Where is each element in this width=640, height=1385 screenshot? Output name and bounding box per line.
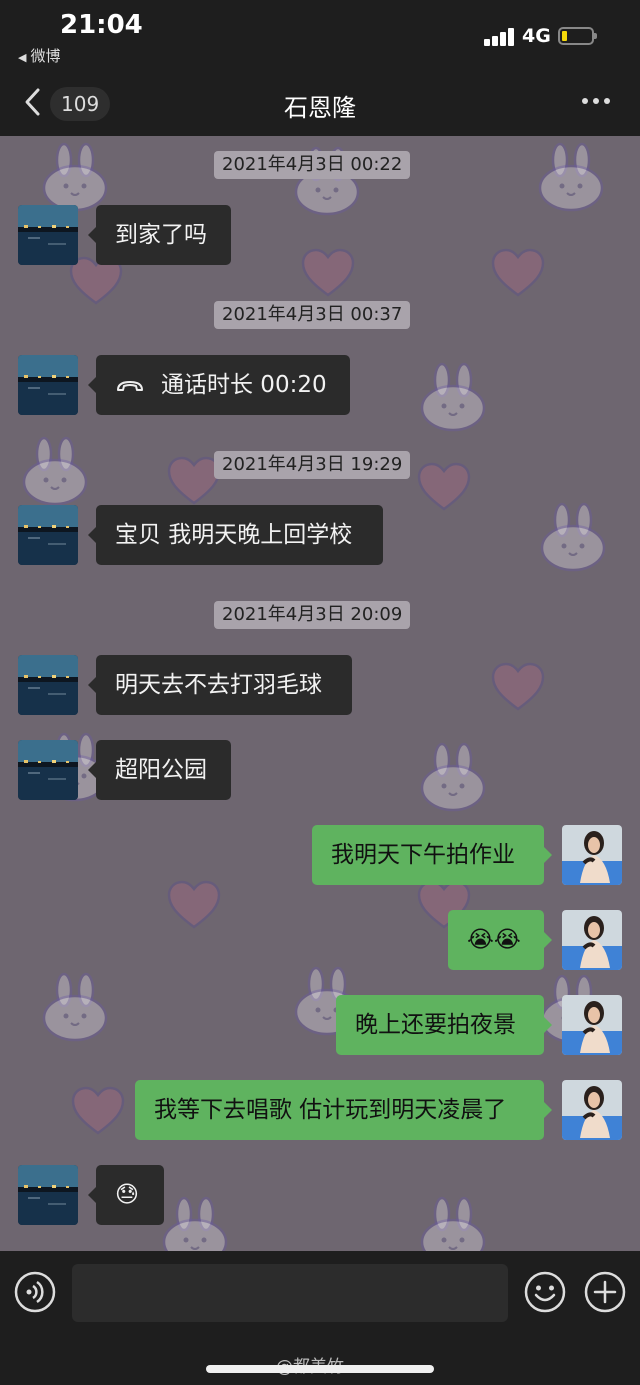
message-text: 😓 [115,1182,139,1208]
network-label: 4G [522,25,551,47]
more-dots-icon[interactable] [582,95,614,107]
my-avatar[interactable] [562,1080,622,1140]
incoming-message-bubble[interactable]: 通话时长 00:20 [88,355,350,415]
message-text: 😭😭 [467,927,521,953]
incoming-message-bubble[interactable]: 宝贝 我明天晚上回学校 [88,505,383,565]
signal-icon [484,28,516,46]
chat-header: 109 石恩隆 [0,70,640,136]
message-timestamp: 2021年4月3日 20:09 [214,601,411,629]
message-text: 宝贝 我明天晚上回学校 [115,522,353,548]
outgoing-message-bubble[interactable]: 我明天下午拍作业 [312,825,552,885]
home-indicator[interactable] [206,1365,434,1373]
message-timestamp: 2021年4月3日 19:29 [214,451,411,479]
status-time: 21:04 [60,10,143,40]
contact-avatar[interactable] [18,205,78,265]
my-avatar[interactable] [562,995,622,1055]
heart-decoration-icon [417,462,471,511]
heart-decoration-icon [301,248,355,297]
bunny-decoration-icon [538,142,604,212]
message-text: 到家了吗 [115,222,207,248]
back-to-app-link[interactable]: ◀ 微博 [18,45,60,66]
bunny-decoration-icon [162,1196,228,1251]
contact-avatar[interactable] [18,740,78,800]
bunny-decoration-icon [22,436,88,506]
bunny-decoration-icon [420,742,486,812]
message-timestamp: 2021年4月3日 00:22 [214,151,411,179]
bunny-decoration-icon [42,972,108,1042]
outgoing-message-bubble[interactable]: 😭😭 [448,910,552,970]
phone-hangup-icon [117,380,143,391]
contact-avatar[interactable] [18,505,78,565]
heart-decoration-icon [491,662,545,711]
contact-avatar[interactable] [18,355,78,415]
voice-icon[interactable] [14,1271,56,1313]
plus-icon[interactable] [584,1271,626,1313]
message-text: 我等下去唱歌 估计玩到明天凌晨了 [154,1097,507,1123]
status-bar: 21:04 ◀ 微博 4G [0,0,640,70]
message-text: 明天去不去打羽毛球 [115,672,322,698]
contact-avatar[interactable] [18,655,78,715]
my-avatar[interactable] [562,910,622,970]
back-triangle-icon: ◀ [18,51,27,64]
message-text: 晚上还要拍夜景 [355,1012,516,1038]
bunny-decoration-icon [420,1196,486,1251]
incoming-message-bubble[interactable]: 😓 [88,1165,164,1225]
emoji-icon[interactable] [524,1271,566,1313]
bunny-decoration-icon [540,502,606,572]
bunny-decoration-icon [42,142,108,212]
heart-decoration-icon [71,1086,125,1135]
back-app-label: 微博 [30,47,61,65]
message-text: 我明天下午拍作业 [331,842,515,868]
battery-icon [558,27,597,45]
bunny-decoration-icon [420,362,486,432]
incoming-message-bubble[interactable]: 明天去不去打羽毛球 [88,655,352,715]
chat-title: 石恩隆 [284,94,356,122]
incoming-message-bubble[interactable]: 到家了吗 [88,205,231,265]
contact-avatar[interactable] [18,1165,78,1225]
outgoing-message-bubble[interactable]: 晚上还要拍夜景 [336,995,552,1055]
heart-decoration-icon [167,880,221,929]
outgoing-message-bubble[interactable]: 我等下去唱歌 估计玩到明天凌晨了 [135,1080,552,1140]
incoming-message-bubble[interactable]: 超阳公园 [88,740,231,800]
heart-decoration-icon [491,248,545,297]
input-bar: @都美竹 [0,1251,640,1385]
my-avatar[interactable] [562,825,622,885]
message-text: 超阳公园 [115,757,207,783]
message-text: 通话时长 00:20 [161,372,327,398]
message-timestamp: 2021年4月3日 00:37 [214,301,411,329]
message-input[interactable] [72,1264,508,1322]
